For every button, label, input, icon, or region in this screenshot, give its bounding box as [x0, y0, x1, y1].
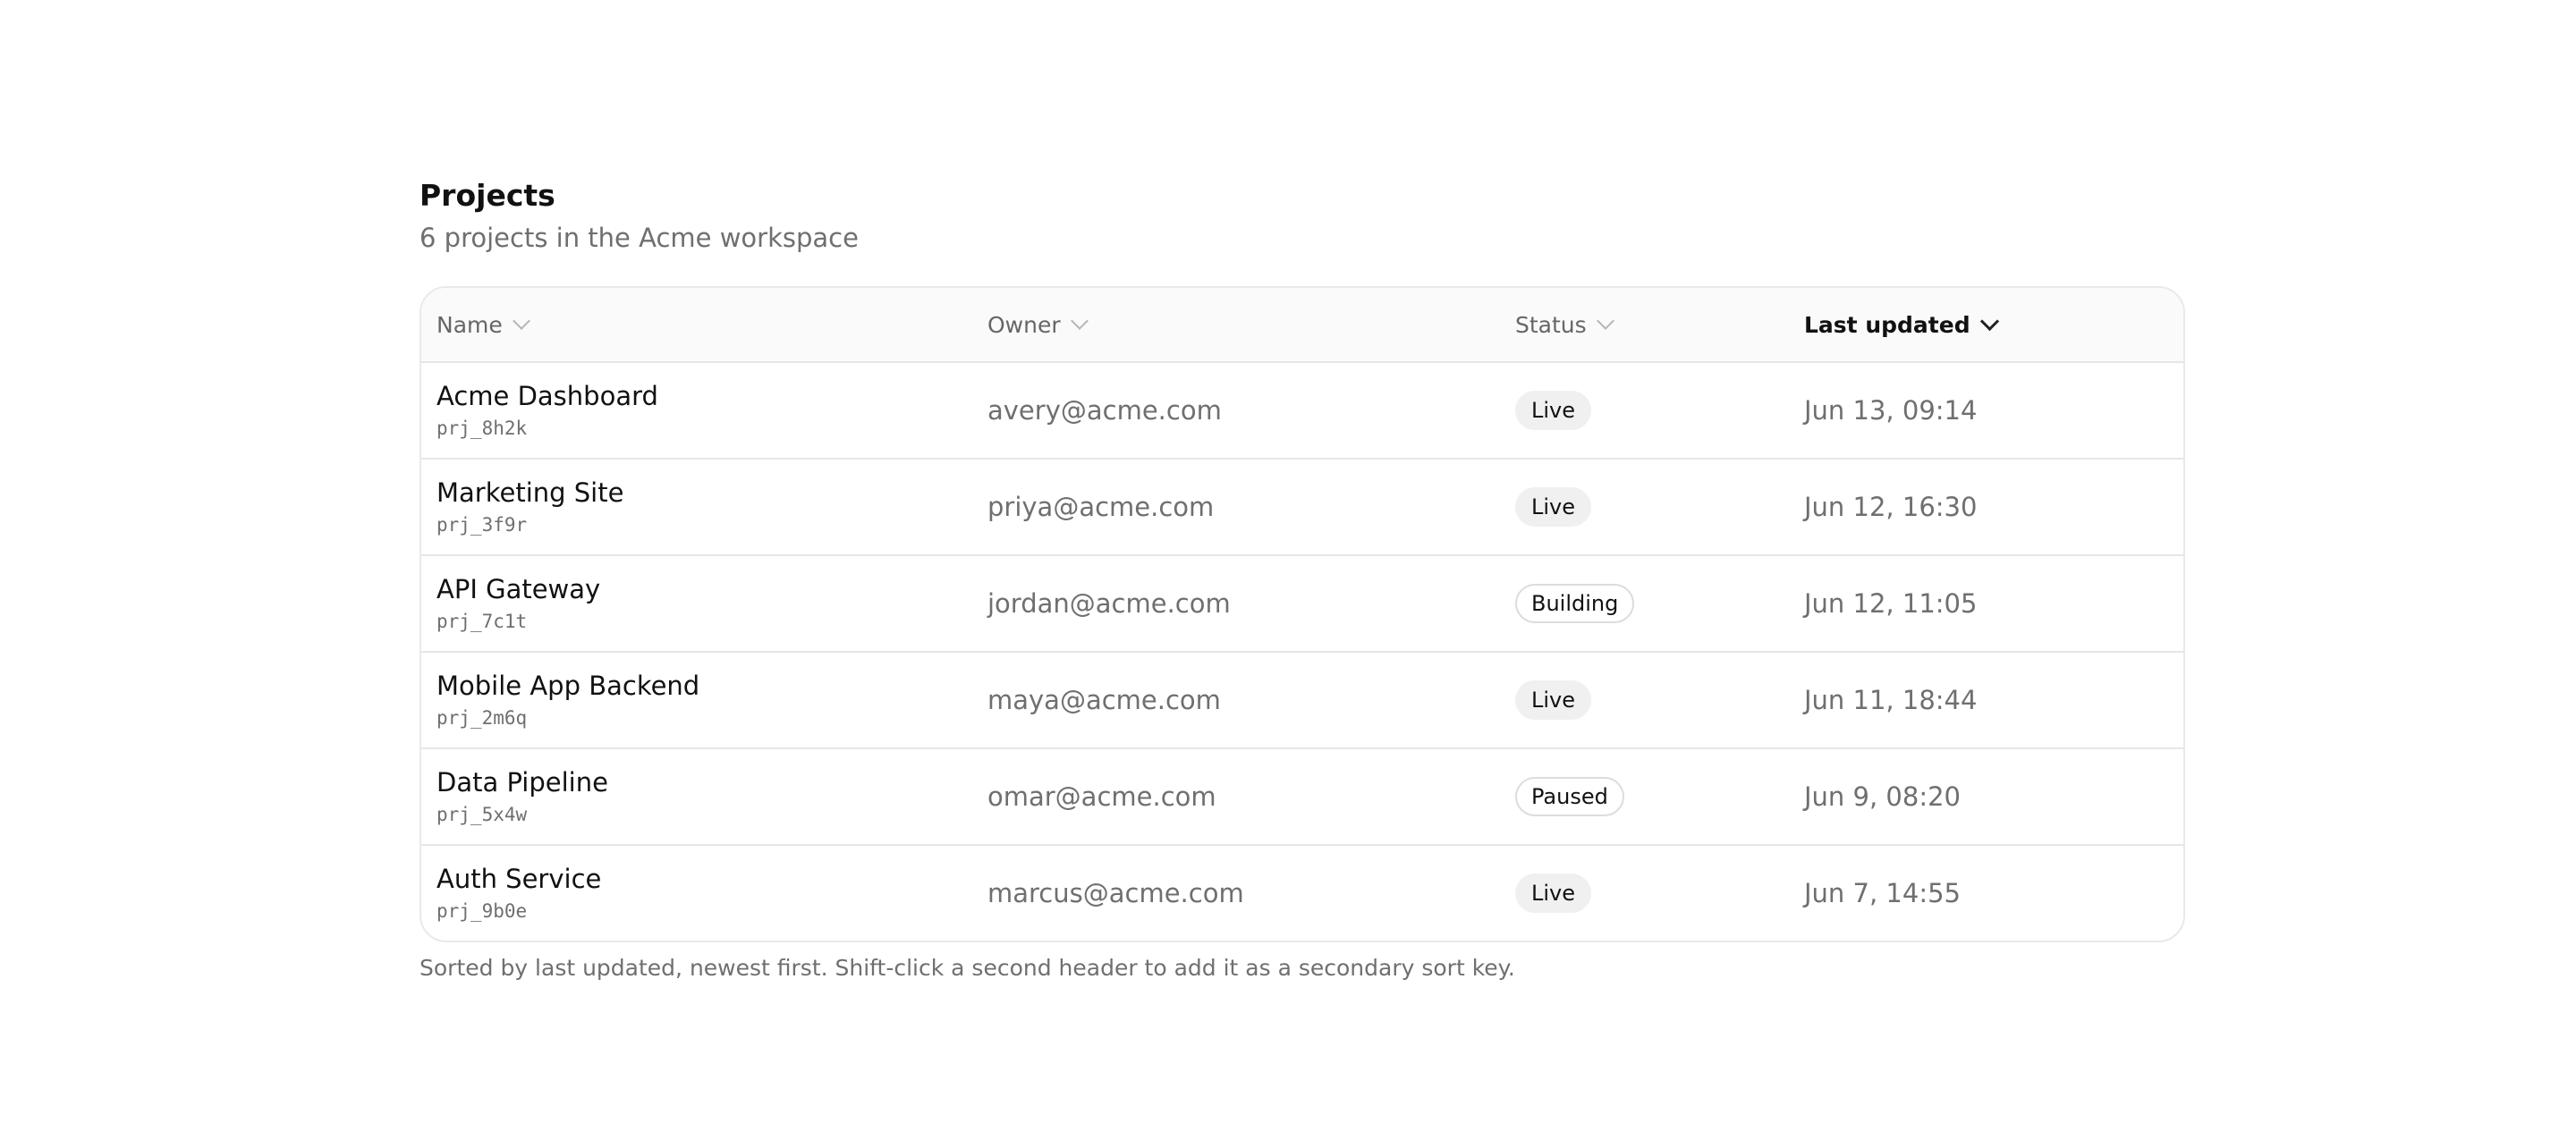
last-updated: Jun 12, 16:30 — [1804, 492, 1978, 522]
last-updated: Jun 13, 09:14 — [1804, 395, 1978, 426]
status-badge: Live — [1515, 487, 1592, 527]
table-row[interactable]: Auth Service prj_9b0e marcus@acme.com Li… — [421, 846, 2183, 941]
last-updated: Jun 11, 18:44 — [1804, 685, 1978, 715]
page-subtitle: 6 projects in the Acme workspace — [419, 223, 859, 253]
sort-descending-icon — [1979, 311, 1999, 331]
project-id: prj_8h2k — [436, 418, 528, 439]
table-row[interactable]: Mobile App Backend prj_2m6q maya@acme.co… — [421, 653, 2183, 749]
project-id: prj_2m6q — [436, 707, 528, 729]
column-header-label: Owner — [987, 311, 1061, 338]
project-name-cell: Marketing Site prj_3f9r — [436, 460, 623, 554]
project-name-cell: API Gateway prj_7c1t — [436, 556, 600, 651]
table-row[interactable]: Marketing Site prj_3f9r priya@acme.com L… — [421, 460, 2183, 556]
owner-email: omar@acme.com — [987, 781, 1216, 812]
status-cell: Live — [1515, 653, 1592, 747]
chevron-down-icon — [1596, 312, 1614, 330]
last-updated: Jun 7, 14:55 — [1804, 878, 1961, 908]
column-header-label: Status — [1515, 311, 1587, 338]
last-updated: Jun 12, 11:05 — [1804, 588, 1978, 619]
column-header-owner[interactable]: Owner — [987, 288, 1089, 361]
table-row[interactable]: Acme Dashboard prj_8h2k avery@acme.com L… — [421, 363, 2183, 460]
projects-page: Projects 6 projects in the Acme workspac… — [419, 175, 2185, 981]
status-badge: Paused — [1515, 777, 1624, 816]
project-id: prj_7c1t — [436, 611, 528, 632]
status-cell: Paused — [1515, 749, 1624, 844]
page-title: Projects — [419, 178, 555, 213]
project-id: prj_9b0e — [436, 900, 528, 922]
column-header-last-updated[interactable]: Last updated — [1804, 288, 1999, 361]
status-badge: Live — [1515, 680, 1592, 720]
status-badge: Live — [1515, 391, 1592, 430]
project-id: prj_3f9r — [436, 514, 528, 536]
status-cell: Live — [1515, 363, 1592, 458]
project-name: Data Pipeline — [436, 767, 608, 798]
chevron-down-icon — [1070, 312, 1089, 330]
table-header: Name Owner Status Last updated — [421, 288, 2183, 363]
table-row[interactable]: Data Pipeline prj_5x4w omar@acme.com Pau… — [421, 749, 2183, 846]
project-name-cell: Auth Service prj_9b0e — [436, 846, 601, 941]
column-header-label: Name — [436, 311, 503, 338]
project-name-cell: Mobile App Backend prj_2m6q — [436, 653, 699, 747]
chevron-down-icon — [512, 312, 530, 330]
projects-table: Name Owner Status Last updated Acme Dash… — [419, 286, 2185, 942]
project-name: Mobile App Backend — [436, 671, 700, 701]
project-name: Auth Service — [436, 864, 602, 894]
table-body: Acme Dashboard prj_8h2k avery@acme.com L… — [421, 363, 2183, 941]
project-name: API Gateway — [436, 574, 601, 604]
project-id: prj_5x4w — [436, 804, 528, 825]
table-row[interactable]: API Gateway prj_7c1t jordan@acme.com Bui… — [421, 556, 2183, 653]
project-name: Acme Dashboard — [436, 381, 658, 411]
status-badge: Live — [1515, 874, 1592, 913]
owner-email: jordan@acme.com — [987, 588, 1231, 619]
status-badge: Building — [1515, 584, 1635, 623]
owner-email: avery@acme.com — [987, 395, 1222, 426]
last-updated: Jun 9, 08:20 — [1804, 781, 1961, 812]
column-header-status[interactable]: Status — [1515, 288, 1614, 361]
project-name-cell: Data Pipeline prj_5x4w — [436, 749, 608, 844]
column-header-name[interactable]: Name — [436, 288, 530, 361]
status-cell: Live — [1515, 846, 1592, 941]
owner-email: maya@acme.com — [987, 685, 1221, 715]
column-header-label: Last updated — [1804, 311, 1970, 338]
project-name: Marketing Site — [436, 477, 624, 508]
owner-email: priya@acme.com — [987, 492, 1215, 522]
project-name-cell: Acme Dashboard prj_8h2k — [436, 363, 658, 458]
owner-email: marcus@acme.com — [987, 878, 1244, 908]
status-cell: Live — [1515, 460, 1592, 554]
status-cell: Building — [1515, 556, 1635, 651]
sort-hint: Sorted by last updated, newest first. Sh… — [419, 955, 1515, 981]
